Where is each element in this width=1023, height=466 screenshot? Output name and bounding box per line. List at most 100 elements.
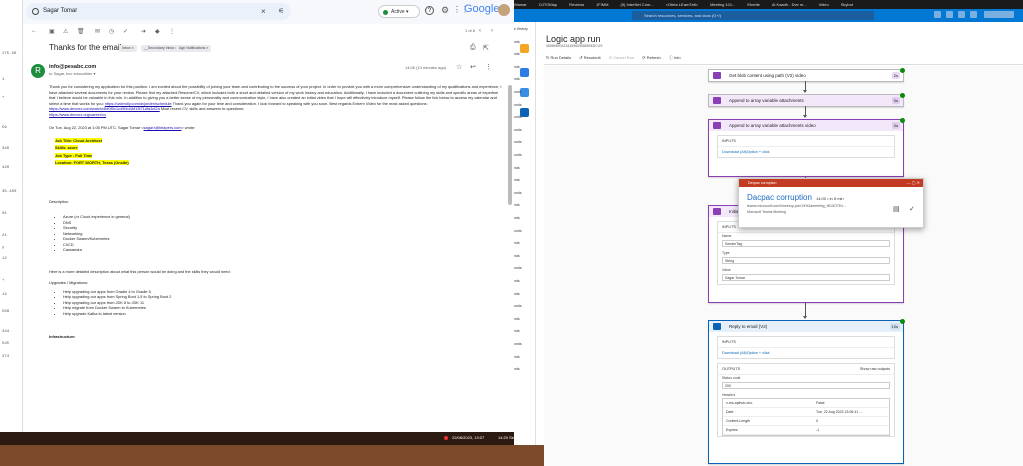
label-icon[interactable]: ◆ — [155, 28, 160, 35]
video-link[interactable]: https://www.devoxx.com/watch/4bf0f0c1c49… — [49, 106, 160, 111]
help-icon[interactable]: ? — [425, 6, 434, 15]
list-item[interactable]: nds — [514, 317, 520, 321]
bookmark-item[interactable]: Meeting 101... — [710, 0, 735, 7]
download-link[interactable]: Download (All)Option + click — [718, 147, 894, 157]
label-chip[interactable]: Agn Notifications × — [176, 45, 212, 52]
print-icon[interactable]: ⎙ — [470, 44, 476, 52]
show-raw-outputs-link[interactable]: Show raw outputs — [860, 367, 890, 371]
list-item[interactable]: nds — [514, 65, 520, 69]
teams-notification[interactable]: Devpac corruption — ▢ ✕ Dacpac corruptio… — [738, 178, 924, 228]
step-card-expanded[interactable]: Append to array variable attachments vid… — [708, 118, 905, 177]
resubmit-button[interactable]: ↺ Resubmit — [579, 55, 600, 60]
recipient-line[interactable]: to Sagar, bcc edouathier ▾ — [49, 71, 95, 76]
task-icon[interactable]: ✓ — [123, 28, 128, 35]
cancel-run-button[interactable]: ⊘ Cancel Run — [609, 55, 634, 60]
download-link[interactable]: Download (All)Option + click — [718, 348, 894, 358]
search-icon[interactable] — [32, 8, 39, 15]
archive-icon[interactable]: ▣ — [49, 28, 55, 35]
check-icon[interactable]: ✓ — [909, 205, 915, 213]
scrollbar[interactable] — [508, 85, 512, 205]
next-icon[interactable]: › — [491, 28, 493, 34]
bookmark-item[interactable]: <Ofeta LEarnTalt> — [666, 0, 698, 7]
bookmark-item[interactable]: Ai Kaadh - Dve m... — [772, 0, 807, 7]
search-input[interactable]: Sagar Tomar — [43, 8, 77, 14]
prev-icon[interactable]: ‹ — [479, 28, 481, 34]
calendar-link[interactable]: https://calendly.com/dvjorden/schedule — [105, 101, 172, 106]
delete-icon[interactable]: 🗑 — [77, 28, 85, 35]
calendar-icon[interactable]: ▤ — [893, 205, 900, 213]
list-item[interactable]: nds — [514, 203, 520, 207]
list-item[interactable]: nds — [514, 329, 520, 333]
bookmark-item[interactable]: Video — [819, 0, 829, 7]
snooze-icon[interactable]: ◷ — [109, 28, 114, 35]
bookmark-item[interactable]: Reviews — [569, 0, 584, 7]
filter-icon[interactable]: ⚟ — [278, 7, 284, 15]
step-card[interactable]: Get blob content using path (V2) video 2s — [708, 68, 905, 82]
info-button[interactable]: ⓘ Info — [669, 55, 681, 60]
bookmark-item[interactable]: Eberlie — [747, 0, 759, 7]
meeting-name[interactable]: Dacpac corruption — [747, 193, 812, 202]
run-details-button[interactable]: ↻ Run Details — [546, 55, 571, 60]
list-item[interactable]: onds — [514, 153, 522, 157]
bookmark-item[interactable]: JFIMM — [596, 0, 608, 7]
list-item[interactable]: onds — [514, 342, 522, 346]
gear-icon[interactable]: ⚙ — [441, 5, 449, 16]
account-badge[interactable] — [984, 11, 1014, 18]
cloud-shell-icon[interactable] — [934, 11, 941, 18]
list-item[interactable]: nds — [514, 40, 520, 44]
bookmark-item[interactable]: Skybot — [841, 0, 853, 7]
help-icon[interactable] — [970, 11, 977, 18]
reply-icon[interactable]: ↩ — [470, 63, 476, 71]
close-icon[interactable]: × — [261, 7, 266, 16]
cv-link[interactable]: https://www.devoxx.org/career/cv — [49, 112, 106, 117]
list-item[interactable]: onds — [514, 304, 522, 308]
quote-email-link[interactable]: sagar.t@bitapers.com — [144, 125, 182, 130]
report-icon[interactable]: ⚠ — [63, 28, 68, 35]
settings-icon[interactable] — [958, 11, 965, 18]
list-item[interactable]: nds — [514, 52, 520, 56]
bookmark-item[interactable]: Wamar — [514, 0, 527, 7]
list-item[interactable]: onds — [514, 229, 522, 233]
list-item[interactable]: nds — [514, 77, 520, 81]
list-item[interactable]: onds — [514, 115, 522, 119]
google-logo: Google — [464, 3, 500, 15]
list-item[interactable]: nds — [514, 178, 520, 182]
step-card[interactable]: Append to array variable attachments 0s — [708, 93, 905, 107]
list-item[interactable]: onds — [514, 103, 522, 107]
list-item[interactable]: onds — [514, 191, 522, 195]
notifications-icon[interactable] — [946, 11, 953, 18]
list-item[interactable]: nds — [514, 166, 520, 170]
list-item[interactable]: nds — [514, 254, 520, 258]
account-avatar[interactable] — [498, 4, 510, 16]
label-chip[interactable]: __Secondary Inbox × — [141, 45, 181, 52]
list-item[interactable]: nds — [514, 241, 520, 245]
move-icon[interactable]: ➜ — [141, 28, 146, 35]
status-button[interactable]: Active ▾ — [378, 5, 420, 18]
bookmark-item[interactable]: OJTOMap — [539, 0, 557, 7]
list-item[interactable]: nds — [514, 292, 520, 296]
list-item[interactable]: onds — [514, 266, 522, 270]
more-icon[interactable]: ⋮ — [169, 28, 175, 35]
list-item[interactable]: onds — [514, 128, 522, 132]
refresh-button[interactable]: ⟳ Refresh — [642, 55, 660, 60]
more-vert-icon[interactable]: ⋮ — [485, 63, 492, 71]
open-new-window-icon[interactable]: ⇱ — [483, 44, 489, 52]
step-card-expanded[interactable]: Reply to email (V2) 10s INPUTS Download (… — [708, 319, 905, 464]
mail-icon[interactable]: ✉ — [95, 28, 100, 35]
list-item[interactable]: nds — [514, 279, 520, 283]
window-controls-icon[interactable]: — ▢ ✕ — [907, 180, 920, 185]
list-item[interactable]: e History — [514, 27, 528, 31]
list-item[interactable]: nds — [514, 355, 520, 359]
meeting-url[interactable]: teams.microsoft.com/l/meetup-join/19%3am… — [747, 204, 846, 208]
bookmark-item[interactable]: (5) InterNet Com... — [620, 0, 653, 7]
label-chip[interactable]: Inbox × — [119, 45, 137, 52]
azure-search-input[interactable]: Search resources, services, and docs (G+… — [632, 11, 874, 20]
list-item[interactable]: onds — [514, 140, 522, 144]
search-box[interactable]: Sagar Tomar × ⚟ — [26, 3, 291, 20]
list-item[interactable]: nds — [514, 216, 520, 220]
list-item[interactable]: onds — [514, 90, 522, 94]
back-icon[interactable]: ← — [31, 28, 37, 34]
star-icon[interactable]: ☆ — [456, 63, 462, 71]
list-item[interactable]: nds — [514, 367, 520, 371]
variable-icon — [713, 97, 721, 104]
